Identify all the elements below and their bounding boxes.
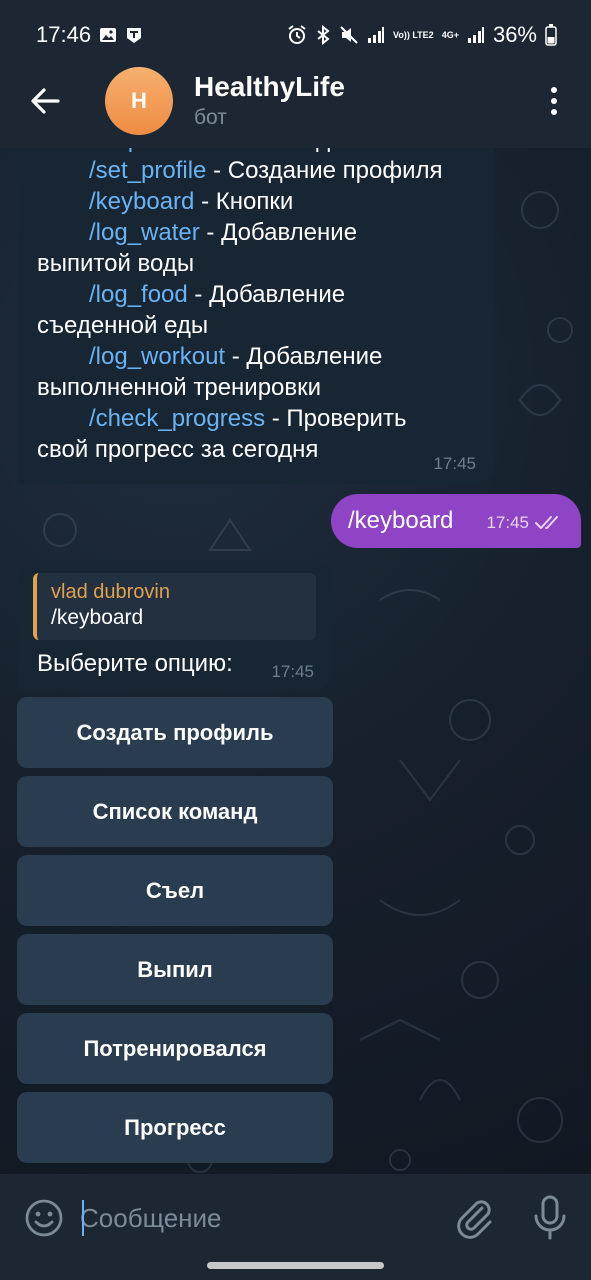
- bluetooth-icon: [315, 25, 331, 45]
- status-bar: 17:46 Vo)) LTE2 4G+ 36%: [0, 0, 591, 70]
- command-description: выполненной тренировки: [37, 374, 322, 401]
- outgoing-message-time: 17:45: [486, 513, 529, 532]
- back-button[interactable]: [0, 60, 90, 142]
- command-line: /log_food - Добавление: [37, 279, 487, 310]
- status-time: 17:46: [36, 22, 92, 47]
- bot-reply-text: Выберите опцию:: [37, 650, 233, 677]
- command-link[interactable]: /keyboard: [89, 188, 194, 215]
- attach-button[interactable]: [452, 1196, 496, 1240]
- outgoing-message-text: /keyboard: [348, 507, 454, 534]
- reply-author: vlad dubrovin: [51, 581, 170, 603]
- commands-list: /help - Список команд/set_profile - Созд…: [37, 124, 487, 465]
- command-description: - Кнопки: [194, 188, 294, 215]
- keyboard-button-workout[interactable]: Потренировался: [17, 1013, 333, 1084]
- keyboard-button-command-list[interactable]: Список команд: [17, 776, 333, 847]
- command-link[interactable]: /log_workout: [89, 343, 225, 370]
- notification-app-icon: [125, 26, 143, 44]
- command-line: /log_water - Добавление: [37, 217, 487, 248]
- command-line: съеденной еды: [37, 310, 487, 341]
- command-link[interactable]: /set_profile: [89, 157, 206, 184]
- command-line: /keyboard - Кнопки: [37, 186, 487, 217]
- signal-2-icon: [467, 26, 485, 44]
- message-input[interactable]: [80, 1190, 430, 1246]
- command-description: - Добавление: [187, 281, 346, 308]
- command-line: выполненной тренировки: [37, 372, 487, 403]
- text-caret: [82, 1200, 84, 1236]
- battery-icon: [545, 24, 557, 46]
- command-description: - Создание профиля: [206, 157, 443, 184]
- more-vertical-icon: [551, 87, 557, 93]
- mute-icon: [339, 25, 359, 45]
- avatar[interactable]: H: [105, 67, 173, 135]
- command-link[interactable]: /log_water: [89, 219, 200, 246]
- bot-reply-message: vlad dubrovin /keyboard Выберите опцию: …: [18, 560, 332, 690]
- command-line: выпитой воды: [37, 248, 487, 279]
- command-description: свой прогресс за сегодня: [37, 436, 319, 463]
- microphone-icon: [534, 1195, 566, 1240]
- command-link[interactable]: /log_food: [89, 281, 188, 308]
- more-menu-button[interactable]: [539, 80, 569, 122]
- battery-percent: 36%: [492, 22, 537, 47]
- message-time: 17:45: [433, 454, 476, 473]
- emoji-icon: [25, 1199, 63, 1237]
- command-description: - Проверить: [265, 405, 407, 432]
- paperclip-icon: [457, 1200, 492, 1239]
- keyboard-button-ate[interactable]: Съел: [17, 855, 333, 926]
- home-indicator[interactable]: [207, 1262, 384, 1269]
- volte-label: Vo)) LTE2: [393, 29, 434, 40]
- network-type-label: 4G+: [441, 29, 459, 40]
- double-check-icon: [535, 516, 558, 529]
- command-description: съеденной еды: [37, 312, 209, 339]
- chat-header: 17:46 Vo)) LTE2 4G+ 36% H HealthyLife бо…: [0, 0, 591, 148]
- alarm-icon: [287, 25, 307, 45]
- bot-message-commands: /help - Список команд/set_profile - Созд…: [18, 100, 494, 484]
- command-line: /set_profile - Создание профиля: [37, 155, 487, 186]
- reply-quote[interactable]: vlad dubrovin /keyboard: [33, 573, 316, 640]
- gallery-icon: [99, 26, 117, 44]
- emoji-button[interactable]: [24, 1198, 64, 1238]
- keyboard-button-create-profile[interactable]: Создать профиль: [17, 697, 333, 768]
- keyboard-button-drank[interactable]: Выпил: [17, 934, 333, 1005]
- command-description: - Добавление: [199, 219, 358, 246]
- outgoing-message: /keyboard 17:45: [331, 494, 581, 548]
- command-line: /log_workout - Добавление: [37, 341, 487, 372]
- chat-title: HealthyLife: [194, 71, 345, 102]
- keyboard-button-progress[interactable]: Прогресс: [17, 1092, 333, 1163]
- reply-quote-text: /keyboard: [51, 606, 144, 629]
- message-time: 17:45: [271, 662, 314, 681]
- command-link[interactable]: /check_progress: [89, 405, 265, 432]
- command-line: свой прогресс за сегодня: [37, 434, 487, 465]
- signal-1-icon: [367, 26, 385, 44]
- chat-info[interactable]: HealthyLife бот: [194, 70, 345, 132]
- command-description: - Добавление: [225, 343, 383, 370]
- microphone-button[interactable]: [530, 1194, 570, 1242]
- back-arrow-icon: [31, 88, 60, 114]
- command-description: выпитой воды: [37, 250, 195, 277]
- chat-subtitle: бот: [194, 106, 227, 129]
- command-line: /check_progress - Проверить: [37, 403, 487, 434]
